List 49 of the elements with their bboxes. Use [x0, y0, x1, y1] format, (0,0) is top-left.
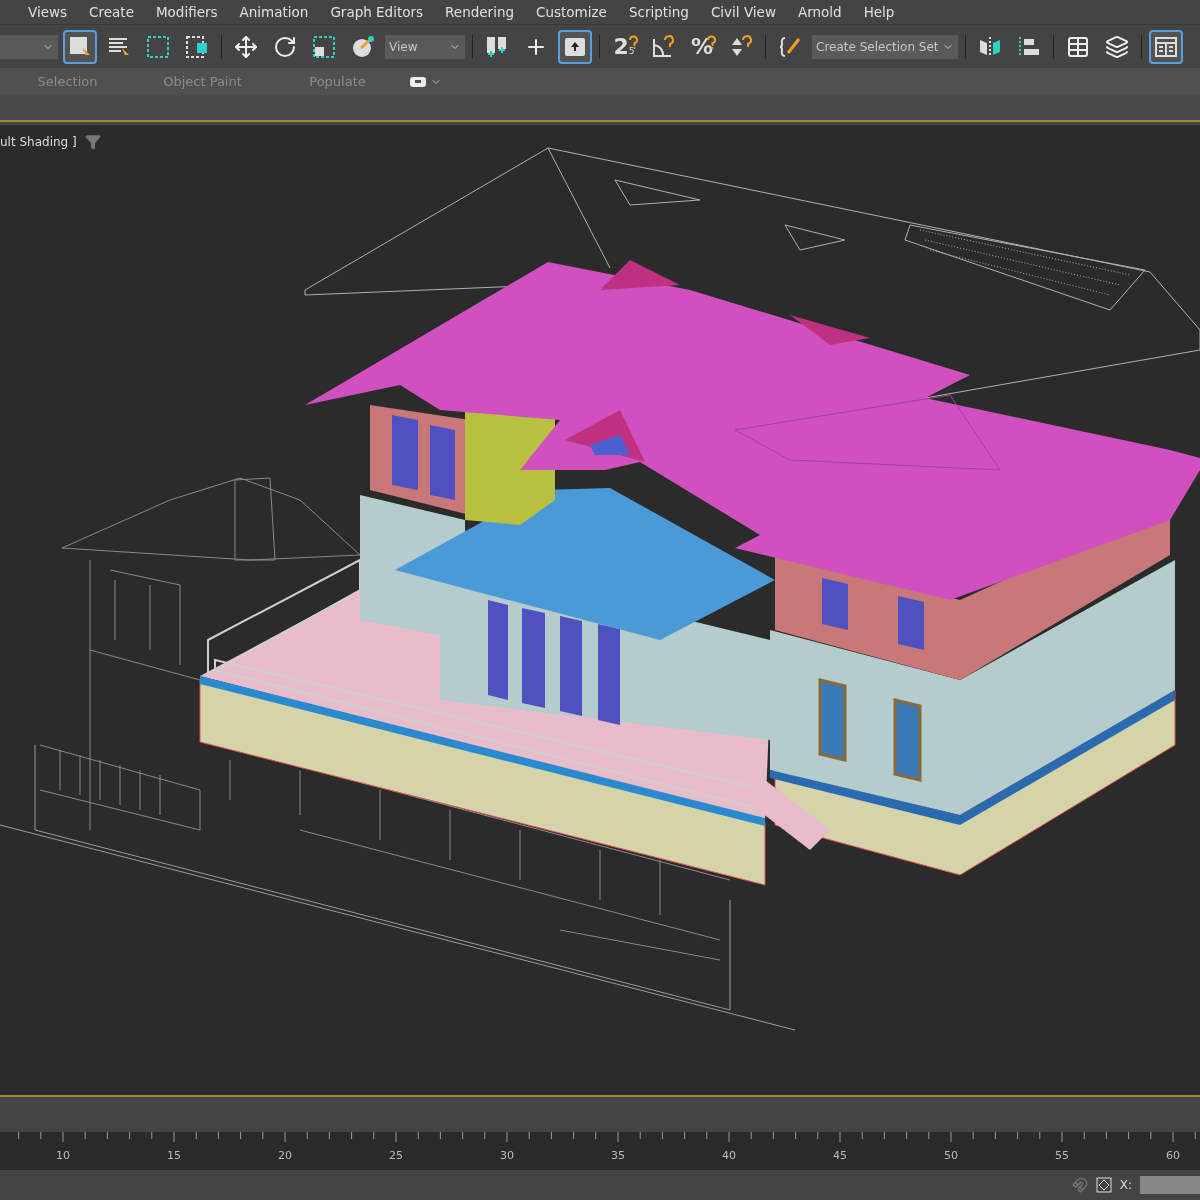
rotate-icon — [273, 34, 297, 59]
frame-number: 45 — [833, 1148, 847, 1164]
placement-icon — [351, 34, 375, 59]
scale-icon — [312, 34, 336, 59]
braces-pencil-icon — [778, 34, 802, 59]
menu-item[interactable]: Animation — [239, 1, 309, 23]
toolbar-button[interactable]: % — [685, 29, 719, 64]
frame-number: 15 — [167, 1148, 181, 1164]
coordinate-label: X: — [1119, 1177, 1132, 1194]
selection-lock-icon[interactable] — [1095, 1177, 1112, 1193]
toolbar-dropdown[interactable]: View — [385, 34, 465, 59]
menu-item[interactable]: Scripting — [628, 1, 689, 23]
menu-item[interactable]: Modifiers — [155, 1, 218, 23]
frame-number: 50 — [944, 1148, 958, 1164]
layers-icon — [1105, 34, 1129, 59]
menu-item[interactable]: Customize — [536, 1, 607, 23]
frame-number: 35 — [611, 1148, 625, 1164]
ribbon-toggle-button[interactable] — [410, 75, 442, 88]
move-icon — [234, 34, 258, 59]
angle-snap-icon — [651, 34, 675, 59]
viewport-label[interactable]: ult Shading ] — [0, 133, 77, 151]
snap-hook-icon — [629, 34, 638, 49]
frame-number: 40 — [722, 1148, 736, 1164]
menu-item[interactable]: Help — [863, 1, 895, 23]
menu-item[interactable]: Arnold — [797, 1, 842, 23]
menu-item[interactable]: Civil View — [710, 1, 776, 23]
frame-number: 30 — [500, 1148, 514, 1164]
toolbar-button[interactable] — [63, 29, 97, 64]
dashed-rectangle-icon — [146, 34, 170, 59]
coordinate-field[interactable] — [1140, 1176, 1200, 1194]
toolbar-dropdown[interactable]: Create Selection Set — [812, 34, 958, 59]
frame-number: 25 — [389, 1148, 403, 1164]
window-crossing-icon — [185, 34, 209, 59]
toggle-icon — [410, 76, 426, 87]
toolbar-button[interactable]: 25 — [607, 29, 641, 64]
ribbon-icon — [1154, 34, 1178, 59]
menu-item[interactable]: Views — [28, 1, 68, 23]
toolbar-button[interactable] — [1149, 29, 1183, 64]
filter-icon[interactable] — [84, 134, 101, 150]
frame-number: 20 — [278, 1148, 292, 1164]
frame-number: 55 — [1055, 1148, 1069, 1164]
toolbar-button[interactable] — [558, 29, 592, 64]
frame-number: 60 — [1166, 1148, 1180, 1164]
pivot-icon — [485, 34, 509, 59]
menu-item[interactable]: Rendering — [445, 1, 514, 23]
frame-number: 10 — [56, 1148, 70, 1164]
menu-item[interactable]: Create — [89, 1, 134, 23]
menu-item[interactable]: Graph Editors — [330, 1, 424, 23]
table-icon — [1066, 34, 1090, 59]
